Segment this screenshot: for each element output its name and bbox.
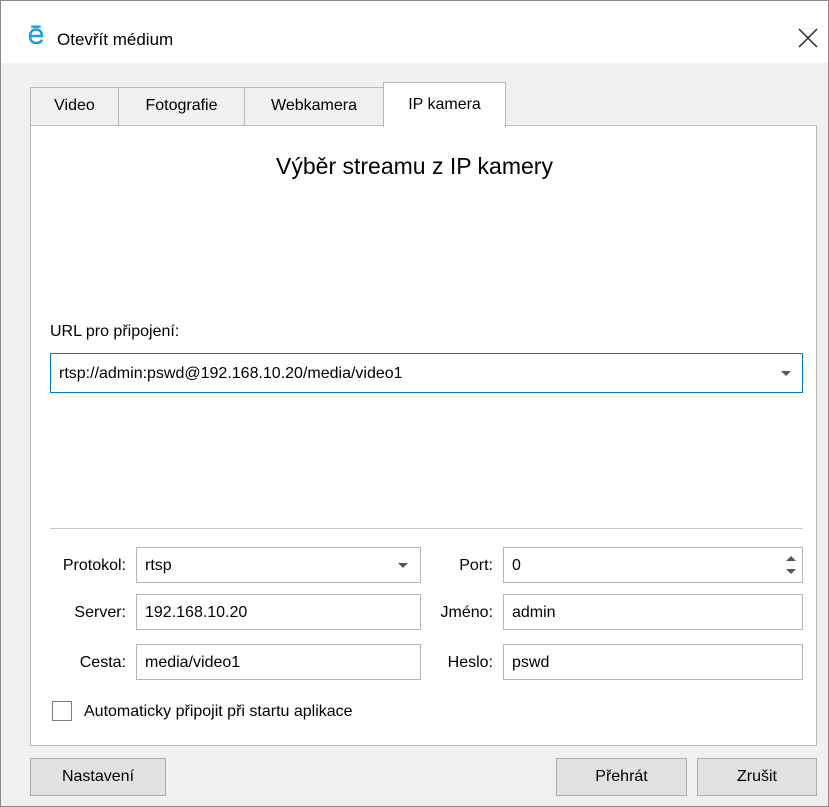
autoconnect-checkbox[interactable]	[52, 701, 72, 721]
server-label: Server:	[74, 604, 126, 621]
divider	[50, 528, 803, 529]
chevron-down-icon[interactable]	[386, 548, 420, 582]
window-title: Otevřít médium	[57, 30, 174, 49]
panel-heading: Výběr streamu z IP kamery	[276, 153, 553, 179]
protocol-select[interactable]: rtsp	[136, 547, 421, 583]
username-label: Jméno:	[440, 604, 493, 621]
port-label: Port:	[459, 557, 493, 574]
chevron-down-icon[interactable]	[770, 354, 802, 392]
spin-arrows-icon[interactable]	[780, 548, 802, 582]
protocol-value: rtsp	[145, 557, 172, 574]
port-value: 0	[512, 557, 521, 574]
password-value: pswd	[512, 654, 550, 671]
server-input[interactable]: 192.168.10.20	[136, 594, 421, 630]
url-value: rtsp://admin:pswd@192.168.10.20/media/vi…	[59, 365, 403, 382]
username-input[interactable]: admin	[503, 594, 803, 630]
title-bar: Otevřít médium	[1, 1, 828, 63]
tab-fotografie[interactable]: Fotografie	[118, 87, 245, 125]
server-value: 192.168.10.20	[145, 604, 248, 621]
open-media-dialog: Otevřít médium Video Fotografie Webkamer…	[0, 0, 829, 807]
url-combobox[interactable]: rtsp://admin:pswd@192.168.10.20/media/vi…	[50, 353, 803, 393]
path-value: media/video1	[145, 654, 241, 671]
url-label: URL pro připojení:	[50, 323, 180, 340]
tab-video[interactable]: Video	[30, 87, 119, 125]
cancel-button[interactable]: Zrušit	[697, 758, 817, 796]
close-icon[interactable]	[791, 21, 825, 55]
tab-ip-kamera[interactable]: IP kamera	[383, 82, 506, 127]
username-value: admin	[512, 604, 556, 621]
settings-button[interactable]: Nastavení	[30, 758, 166, 796]
password-label: Heslo:	[447, 654, 493, 671]
play-button[interactable]: Přehrát	[556, 758, 687, 796]
autoconnect-label[interactable]: Automaticky připojit při startu aplikace	[84, 702, 353, 722]
path-label: Cesta:	[79, 654, 126, 671]
password-input[interactable]: pswd	[503, 644, 803, 680]
path-input[interactable]: media/video1	[136, 644, 421, 680]
tab-webkamera[interactable]: Webkamera	[244, 87, 384, 125]
port-spinbox[interactable]: 0	[503, 547, 803, 583]
e-logo-icon	[27, 25, 45, 47]
protocol-label: Protokol:	[62, 557, 126, 574]
